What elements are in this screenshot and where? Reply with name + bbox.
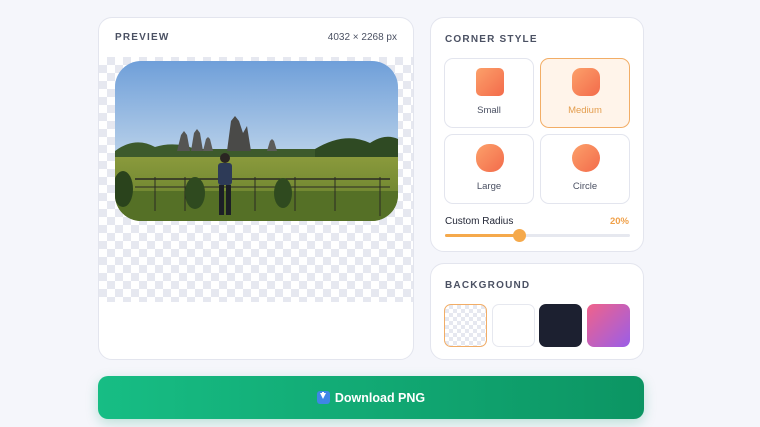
slider-thumb[interactable] xyxy=(513,229,526,242)
image-dimensions: 4032 × 2268 px xyxy=(327,32,397,43)
corner-style-panel: CORNER STYLE Small Medium Large Circle C… xyxy=(430,17,644,252)
download-arrow-icon xyxy=(316,391,330,404)
corner-option-large[interactable]: Large xyxy=(444,134,534,204)
download-label: Download PNG xyxy=(334,390,426,405)
corner-option-label: Medium xyxy=(568,105,602,116)
corner-option-label: Large xyxy=(476,181,502,192)
background-panel: BACKGROUND xyxy=(430,263,644,360)
custom-radius-label: Custom Radius xyxy=(445,216,514,227)
background-swatch-gradient[interactable] xyxy=(587,304,630,347)
corner-option-label: Circle xyxy=(572,181,598,192)
download-png-button[interactable]: Download PNG xyxy=(98,376,644,419)
rounded-square-large-icon xyxy=(476,144,504,172)
preview-photo xyxy=(115,61,398,221)
corner-style-title: CORNER STYLE xyxy=(445,34,538,45)
corner-option-label: Small xyxy=(477,105,501,116)
preview-image xyxy=(115,61,398,221)
slider-fill xyxy=(445,234,519,237)
rounded-square-medium-icon xyxy=(572,68,600,96)
background-swatch-white[interactable] xyxy=(492,304,535,347)
corner-option-medium[interactable]: Medium xyxy=(540,58,630,128)
rounded-square-small-icon xyxy=(476,68,504,96)
preview-title: PREVIEW xyxy=(115,32,170,43)
custom-radius-slider[interactable] xyxy=(445,229,630,242)
background-swatch-transparent[interactable] xyxy=(444,304,487,347)
corner-option-small[interactable]: Small xyxy=(444,58,534,128)
custom-radius-value: 20% xyxy=(609,216,629,227)
preview-card: PREVIEW 4032 × 2268 px xyxy=(98,17,414,360)
circle-icon xyxy=(572,144,600,172)
corner-option-circle[interactable]: Circle xyxy=(540,134,630,204)
background-title: BACKGROUND xyxy=(445,280,531,291)
background-swatch-dark[interactable] xyxy=(539,304,582,347)
